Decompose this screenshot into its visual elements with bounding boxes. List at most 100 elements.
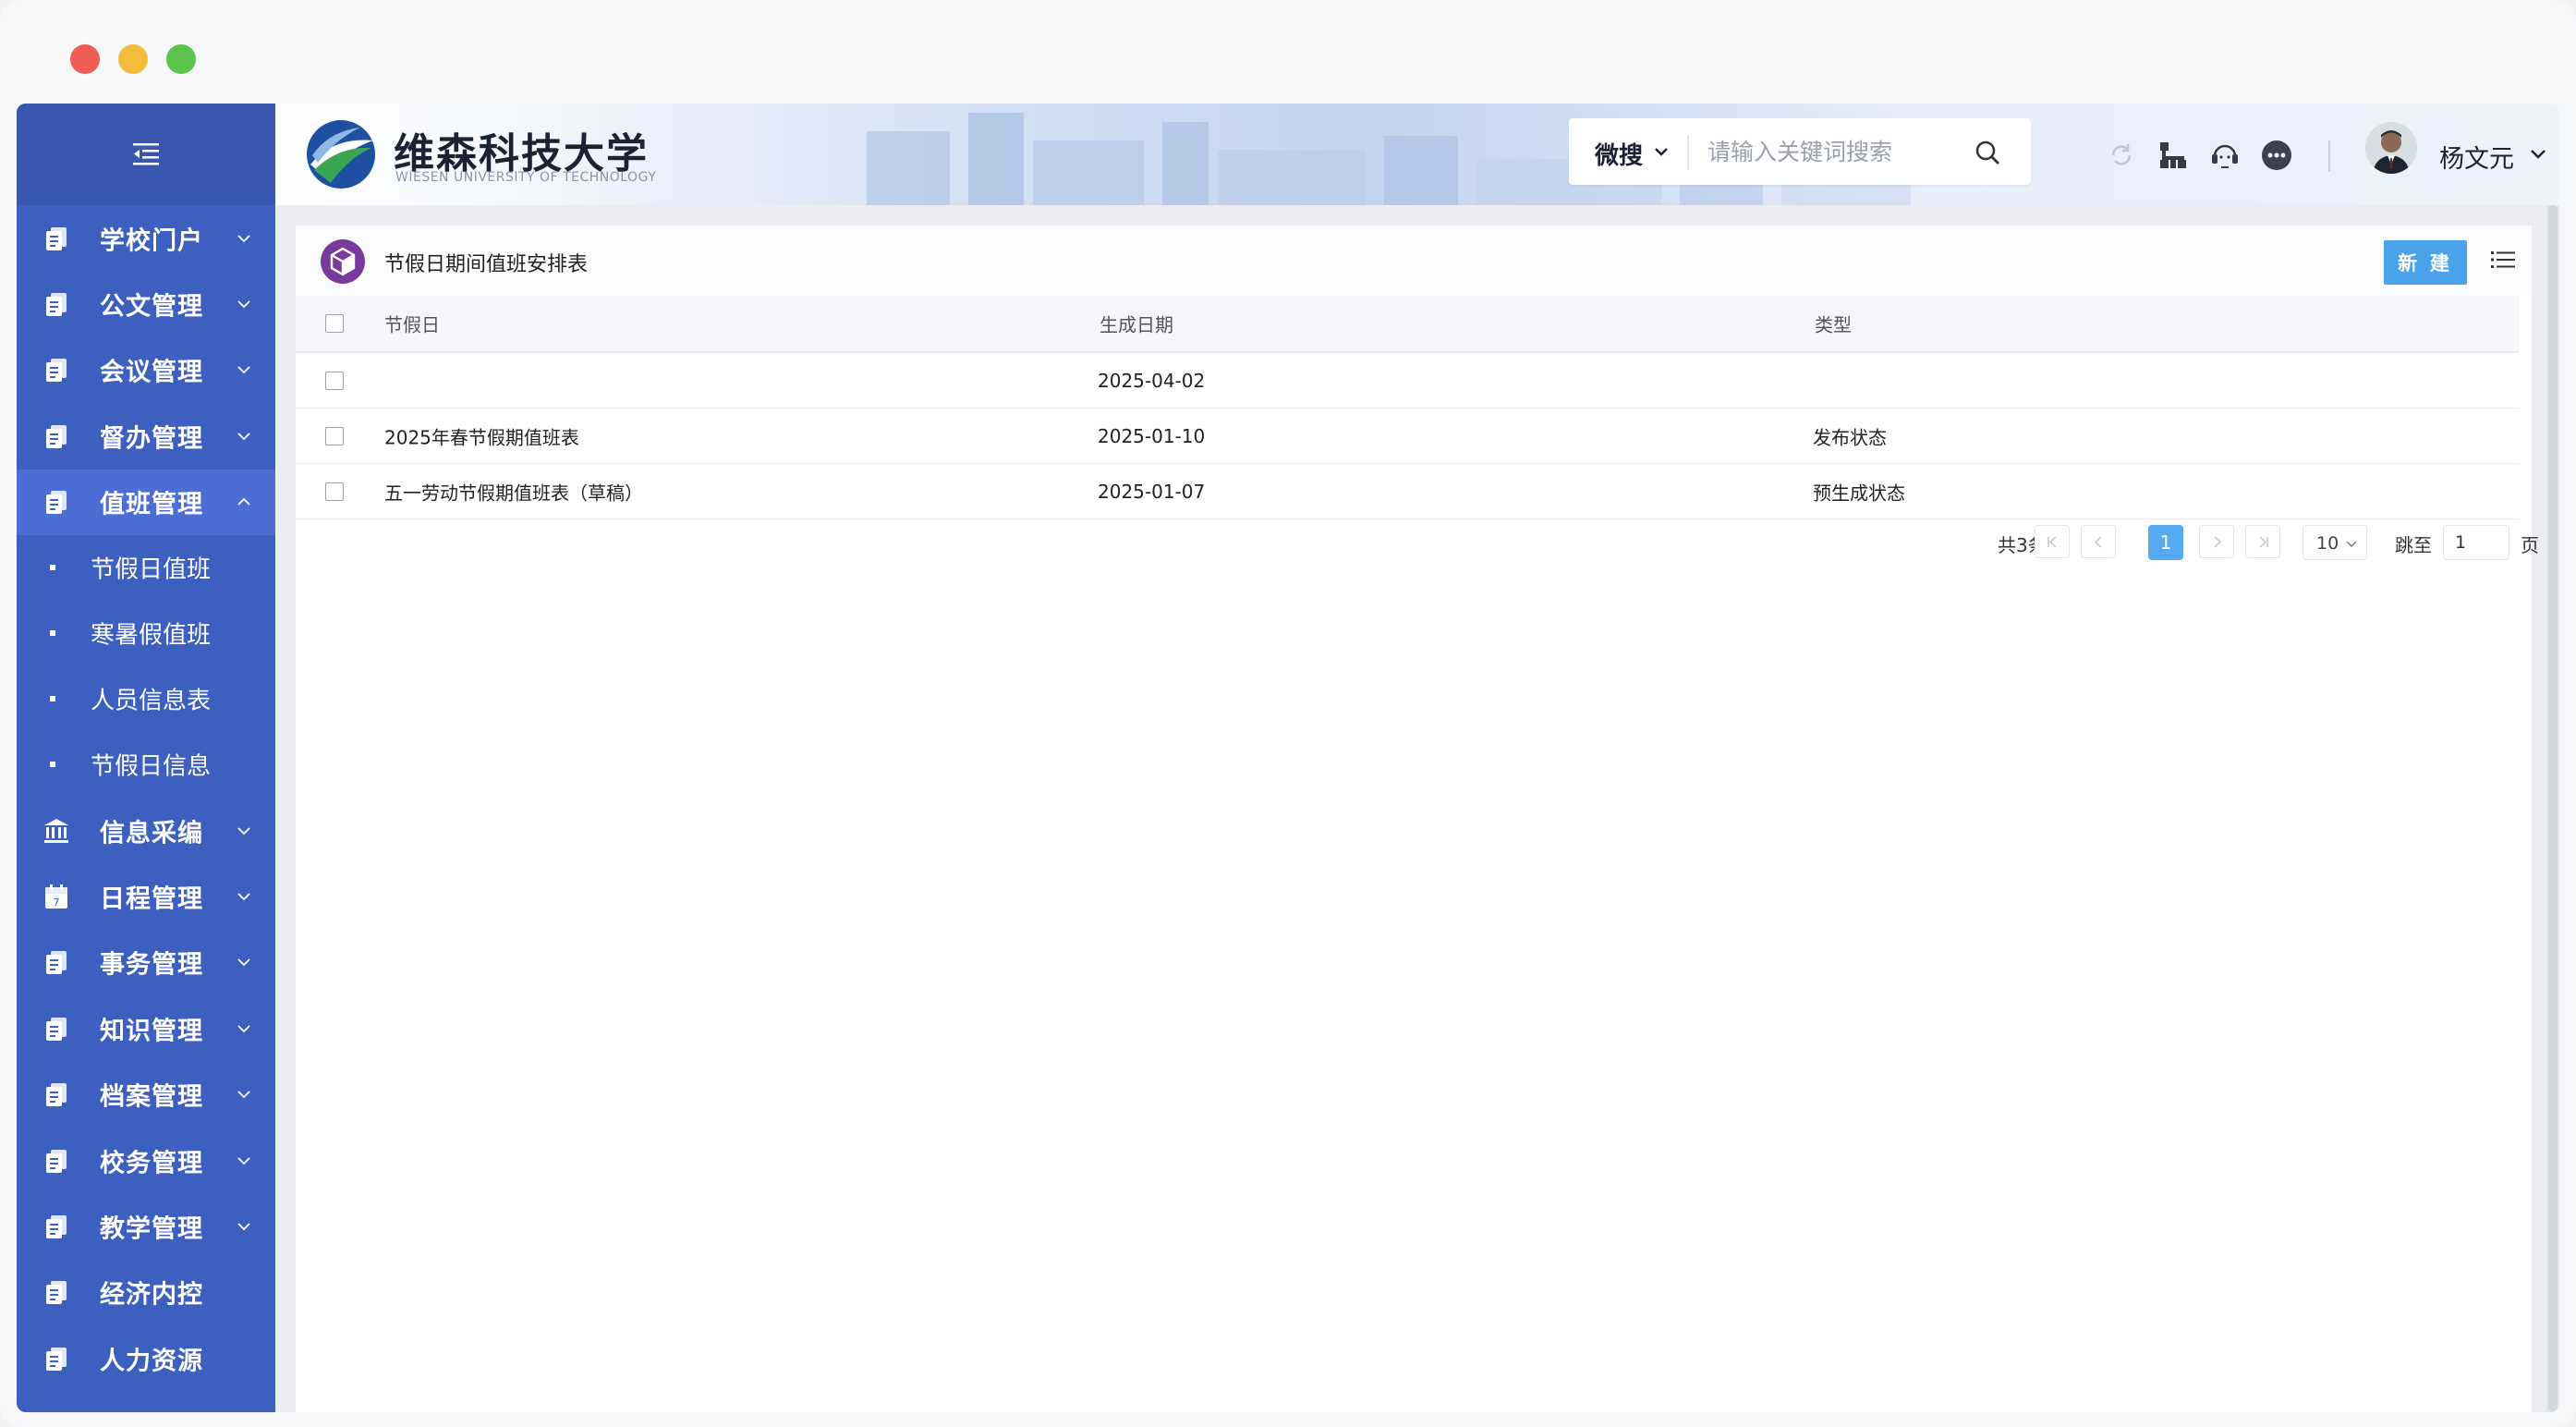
list-view-icon[interactable] bbox=[2491, 250, 2515, 270]
document-icon bbox=[46, 491, 67, 515]
sidebar-subitem[interactable]: 人员信息表 bbox=[17, 666, 275, 732]
chevron-down-icon[interactable] bbox=[2530, 148, 2546, 159]
minimize-window-button[interactable] bbox=[118, 44, 148, 74]
sidebar-item[interactable]: 信息采编 bbox=[17, 798, 275, 863]
chevron-down-icon bbox=[2346, 541, 2357, 548]
select-all-checkbox[interactable] bbox=[325, 314, 344, 333]
chevron-down-icon bbox=[237, 235, 250, 242]
sidebar-item-label: 校务管理 bbox=[100, 1149, 203, 1178]
bullet-icon bbox=[50, 696, 55, 702]
bank-icon bbox=[44, 818, 68, 843]
sidebar-menu: 学校门户公文管理会议管理督办管理值班管理节假日值班 寒暑假值班 人员信息表 节假日信息… bbox=[17, 205, 275, 1391]
first-page-button[interactable] bbox=[2035, 525, 2070, 558]
document-icon bbox=[46, 1149, 67, 1173]
document-icon bbox=[46, 226, 67, 250]
svg-text:7: 7 bbox=[54, 896, 60, 909]
chevron-down-icon bbox=[237, 827, 250, 835]
page-size-select[interactable]: 10 bbox=[2303, 525, 2367, 560]
bullet-icon bbox=[50, 762, 55, 768]
panel-header: 节假日期间值班安排表 新 建 bbox=[296, 226, 2532, 296]
sidebar-item-label: 知识管理 bbox=[100, 1017, 203, 1046]
sidebar-item[interactable]: 值班管理 bbox=[17, 469, 275, 535]
table-row[interactable]: 五一劳动节假期值班表（草稿） 2025-01-07 预生成状态 bbox=[296, 464, 2519, 519]
sidebar-item-label: 公文管理 bbox=[100, 292, 203, 322]
chevron-down-icon bbox=[237, 893, 250, 901]
sidebar-item[interactable]: 公文管理 bbox=[17, 271, 275, 336]
prev-page-button[interactable] bbox=[2081, 525, 2116, 558]
sidebar-item[interactable]: 7 日程管理 bbox=[17, 863, 275, 929]
avatar[interactable] bbox=[2365, 122, 2417, 174]
table-row[interactable]: 2025-04-02 bbox=[296, 353, 2519, 409]
cell-type: 发布状态 bbox=[1813, 426, 1887, 448]
app-container: 学校门户 公文管理 会议管理 督办管理 值班管理 节假日值班 寒暑假值班 人员信息表 节假日信息… bbox=[17, 104, 2559, 1412]
document-icon bbox=[46, 1281, 67, 1305]
sidebar-item[interactable]: 档案管理 bbox=[17, 1062, 275, 1128]
chevron-down-icon bbox=[237, 1091, 250, 1099]
column-header-holiday[interactable]: 节假日 bbox=[384, 311, 440, 337]
page-number-current[interactable]: 1 bbox=[2148, 525, 2183, 560]
cell-holiday: 2025年春节假期值班表 bbox=[384, 426, 579, 448]
chevron-down-icon bbox=[237, 1156, 250, 1165]
search-input[interactable] bbox=[1707, 131, 1957, 172]
data-table: 节假日 生成日期 类型 2025-04-02 2025年春节假期值班表 2025-0… bbox=[296, 296, 2519, 519]
bullet-icon bbox=[50, 565, 55, 571]
row-checkbox[interactable] bbox=[325, 371, 344, 390]
cell-date: 2025-04-02 bbox=[1098, 369, 1206, 392]
document-icon bbox=[46, 359, 67, 383]
chevron-down-icon bbox=[237, 433, 250, 441]
table-row[interactable]: 2025年春节假期值班表 2025-01-10 发布状态 bbox=[296, 409, 2519, 464]
more-icon[interactable] bbox=[2260, 139, 2293, 172]
sidebar-item[interactable]: 知识管理 bbox=[17, 995, 275, 1061]
pagination: 共3条 1 10 跳至 1 页 bbox=[296, 519, 2539, 564]
chevron-down-icon bbox=[237, 366, 250, 374]
page-suffix: 页 bbox=[2521, 534, 2539, 556]
sidebar-item-label: 日程管理 bbox=[100, 884, 203, 914]
sidebar-item[interactable]: 督办管理 bbox=[17, 403, 275, 469]
page-size-value: 10 bbox=[2316, 533, 2339, 554]
column-header-type[interactable]: 类型 bbox=[1815, 311, 1852, 337]
next-page-button[interactable] bbox=[2199, 525, 2234, 558]
sidebar-item-label: 值班管理 bbox=[100, 490, 203, 519]
header-divider bbox=[2328, 140, 2330, 172]
maximize-window-button[interactable] bbox=[166, 44, 196, 74]
table-header: 节假日 生成日期 类型 bbox=[296, 296, 2519, 353]
support-icon[interactable] bbox=[2208, 139, 2242, 172]
org-chart-icon[interactable] bbox=[2157, 139, 2190, 172]
new-button[interactable]: 新 建 bbox=[2384, 240, 2467, 285]
first-page-icon bbox=[2047, 536, 2057, 548]
sidebar-item[interactable]: 人力资源 bbox=[17, 1325, 275, 1391]
list-panel: 节假日期间值班安排表 新 建 节假日 生成日期 类型 2025-04-02 20… bbox=[296, 226, 2539, 1412]
scrollbar-thumb[interactable] bbox=[2548, 205, 2558, 1412]
sidebar-subitem[interactable]: 节假日信息 bbox=[17, 732, 275, 798]
sidebar-item[interactable]: 事务管理 bbox=[17, 930, 275, 995]
sidebar-item[interactable]: 经济内控 bbox=[17, 1260, 275, 1325]
close-window-button[interactable] bbox=[70, 44, 100, 74]
last-page-button[interactable] bbox=[2245, 525, 2280, 558]
menu-fold-icon[interactable] bbox=[131, 140, 161, 168]
sidebar-item[interactable]: 校务管理 bbox=[17, 1128, 275, 1193]
row-checkbox[interactable] bbox=[325, 482, 344, 501]
search-icon[interactable] bbox=[1974, 139, 2001, 166]
search-scope-dropdown[interactable]: 微搜 bbox=[1595, 137, 1643, 171]
sidebar-item[interactable]: 学校门户 bbox=[17, 205, 275, 271]
calendar-icon: 7 bbox=[45, 884, 67, 909]
column-header-date[interactable]: 生成日期 bbox=[1100, 311, 1173, 337]
document-icon bbox=[46, 424, 67, 448]
sidebar-item-label: 督办管理 bbox=[100, 424, 203, 454]
jump-page-input[interactable] bbox=[2443, 525, 2509, 560]
refresh-icon[interactable] bbox=[2105, 139, 2138, 172]
sidebar-item-label: 信息采编 bbox=[100, 819, 203, 848]
scrollbar[interactable] bbox=[2546, 205, 2559, 1412]
sidebar-item[interactable]: 教学管理 bbox=[17, 1193, 275, 1259]
search-box: 微搜 bbox=[1569, 118, 2031, 185]
university-logo bbox=[307, 120, 375, 189]
chevron-down-icon bbox=[237, 1223, 250, 1231]
sidebar-item[interactable]: 会议管理 bbox=[17, 337, 275, 403]
cell-holiday: 五一劳动节假期值班表（草稿） bbox=[384, 482, 643, 504]
row-checkbox[interactable] bbox=[325, 426, 344, 445]
sidebar-item-label: 事务管理 bbox=[100, 950, 203, 980]
sidebar-subitem[interactable]: 寒暑假值班 bbox=[17, 601, 275, 666]
user-name[interactable]: 杨文元 bbox=[2439, 139, 2514, 175]
sidebar-subitem[interactable]: 节假日值班 bbox=[17, 535, 275, 601]
sidebar-item-label: 学校门户 bbox=[100, 226, 203, 256]
